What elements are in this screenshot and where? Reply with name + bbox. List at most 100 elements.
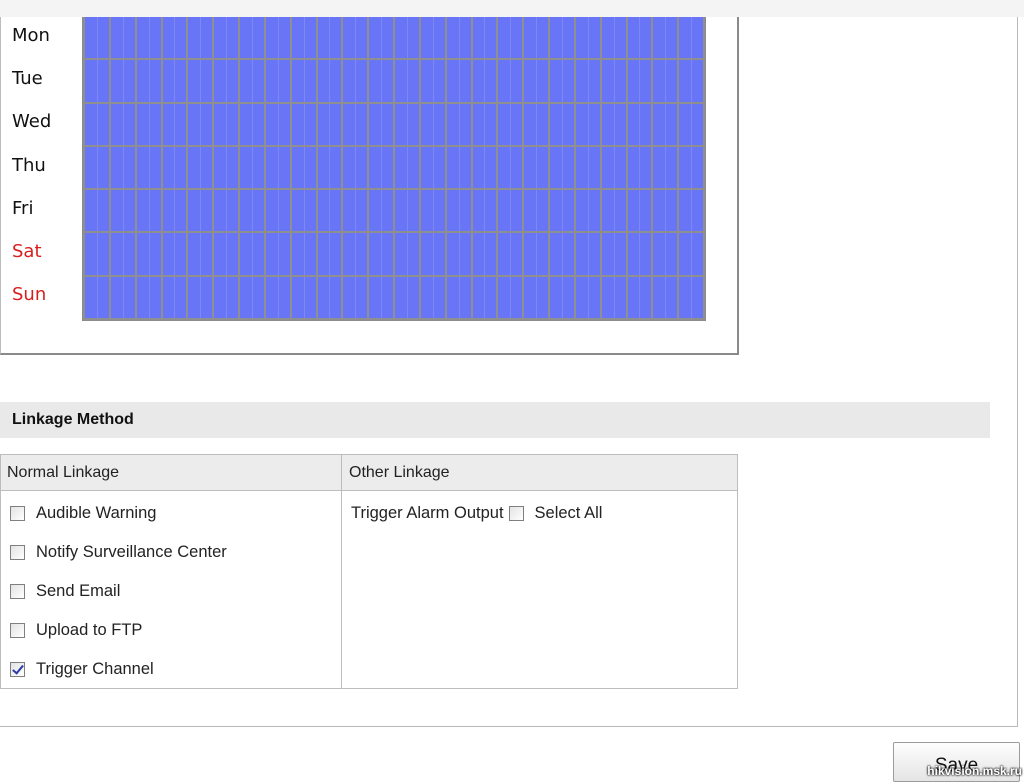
schedule-cell[interactable]: [679, 190, 703, 232]
schedule-cell[interactable]: [265, 17, 290, 59]
schedule-cell[interactable]: [446, 103, 471, 146]
schedule-cell[interactable]: [524, 60, 548, 102]
schedule-cell[interactable]: [265, 103, 290, 146]
schedule-cell[interactable]: [240, 146, 264, 189]
schedule-cell[interactable]: [291, 60, 316, 102]
schedule-cell[interactable]: [627, 60, 652, 102]
schedule-cell[interactable]: [110, 60, 135, 102]
schedule-cell[interactable]: [472, 190, 497, 232]
schedule-cell[interactable]: [110, 276, 135, 319]
schedule-cell[interactable]: [85, 103, 109, 146]
schedule-cell[interactable]: [240, 233, 264, 275]
schedule-cell[interactable]: [653, 146, 678, 189]
schedule-cell[interactable]: [136, 17, 161, 59]
schedule-cell[interactable]: [214, 103, 238, 146]
notify-surveillance-center-option[interactable]: Notify Surveillance Center: [10, 542, 227, 562]
schedule-cell[interactable]: [317, 190, 342, 232]
schedule-cell[interactable]: [679, 276, 703, 319]
schedule-cell[interactable]: [110, 103, 135, 146]
schedule-cell[interactable]: [472, 103, 497, 146]
schedule-cell[interactable]: [240, 103, 264, 146]
schedule-cell[interactable]: [550, 190, 574, 232]
schedule-cell[interactable]: [601, 60, 626, 102]
schedule-cell[interactable]: [110, 190, 135, 232]
upload-to-ftp-label[interactable]: Upload to FTP: [36, 621, 142, 640]
schedule-cell[interactable]: [575, 60, 600, 102]
schedule-cell[interactable]: [85, 276, 109, 319]
select-all-label[interactable]: Select All: [535, 504, 603, 523]
schedule-cell[interactable]: [214, 233, 238, 275]
schedule-cell[interactable]: [291, 103, 316, 146]
schedule-cell[interactable]: [498, 17, 523, 59]
schedule-cell[interactable]: [395, 233, 419, 275]
schedule-cell[interactable]: [136, 190, 161, 232]
schedule-cell[interactable]: [85, 233, 109, 275]
schedule-cell[interactable]: [85, 17, 109, 59]
schedule-cell[interactable]: [420, 190, 445, 232]
trigger-channel-label[interactable]: Trigger Channel: [36, 660, 154, 679]
schedule-cell[interactable]: [446, 60, 471, 102]
schedule-cell[interactable]: [627, 17, 652, 59]
schedule-cell[interactable]: [214, 146, 238, 189]
schedule-cell[interactable]: [472, 146, 497, 189]
schedule-cell[interactable]: [446, 190, 471, 232]
schedule-cell[interactable]: [110, 233, 135, 275]
schedule-cell[interactable]: [343, 103, 368, 146]
schedule-cell[interactable]: [110, 146, 135, 189]
schedule-cell[interactable]: [136, 60, 161, 102]
schedule-cell[interactable]: [188, 103, 213, 146]
schedule-cell[interactable]: [369, 233, 393, 275]
notify-surveillance-center-label[interactable]: Notify Surveillance Center: [36, 543, 227, 562]
schedule-cell[interactable]: [214, 190, 238, 232]
schedule-cell[interactable]: [420, 146, 445, 189]
notify-surveillance-center-checkbox[interactable]: [10, 544, 25, 560]
schedule-cell[interactable]: [601, 190, 626, 232]
schedule-cell[interactable]: [472, 17, 497, 59]
audible-warning-checkbox[interactable]: [10, 505, 25, 521]
schedule-cell[interactable]: [343, 276, 368, 319]
schedule-cell[interactable]: [550, 60, 574, 102]
schedule-cell[interactable]: [550, 103, 574, 146]
schedule-cell[interactable]: [162, 190, 187, 232]
schedule-cell[interactable]: [265, 233, 290, 275]
schedule-cell[interactable]: [162, 146, 187, 189]
schedule-cell[interactable]: [498, 233, 523, 275]
audible-warning-label[interactable]: Audible Warning: [36, 504, 156, 523]
schedule-cell[interactable]: [343, 17, 368, 59]
schedule-cell[interactable]: [550, 146, 574, 189]
send-email-checkbox[interactable]: [10, 583, 25, 599]
schedule-cell[interactable]: [679, 60, 703, 102]
schedule-cell[interactable]: [343, 190, 368, 232]
schedule-cell[interactable]: [653, 60, 678, 102]
schedule-cell[interactable]: [420, 60, 445, 102]
audible-warning-option[interactable]: Audible Warning: [10, 503, 156, 523]
schedule-cell[interactable]: [317, 276, 342, 319]
schedule-cell[interactable]: [369, 190, 393, 232]
schedule-cell[interactable]: [420, 276, 445, 319]
schedule-cell[interactable]: [575, 190, 600, 232]
schedule-cell[interactable]: [472, 233, 497, 275]
schedule-cell[interactable]: [343, 60, 368, 102]
schedule-cell[interactable]: [136, 276, 161, 319]
schedule-cell[interactable]: [214, 60, 238, 102]
send-email-label[interactable]: Send Email: [36, 582, 120, 601]
schedule-cell[interactable]: [162, 103, 187, 146]
schedule-cell[interactable]: [627, 233, 652, 275]
schedule-cell[interactable]: [214, 276, 238, 319]
schedule-cell[interactable]: [420, 103, 445, 146]
send-email-option[interactable]: Send Email: [10, 581, 120, 601]
schedule-cell[interactable]: [420, 233, 445, 275]
schedule-cell[interactable]: [601, 17, 626, 59]
schedule-cell[interactable]: [601, 103, 626, 146]
schedule-grid[interactable]: [82, 17, 706, 321]
schedule-cell[interactable]: [265, 190, 290, 232]
trigger-channel-option[interactable]: Trigger Channel: [10, 659, 154, 679]
schedule-cell[interactable]: [653, 17, 678, 59]
schedule-cell[interactable]: [188, 17, 213, 59]
schedule-cell[interactable]: [240, 60, 264, 102]
schedule-cell[interactable]: [446, 17, 471, 59]
schedule-cell[interactable]: [420, 17, 445, 59]
schedule-cell[interactable]: [524, 146, 548, 189]
schedule-cell[interactable]: [214, 17, 238, 59]
schedule-cell[interactable]: [627, 103, 652, 146]
